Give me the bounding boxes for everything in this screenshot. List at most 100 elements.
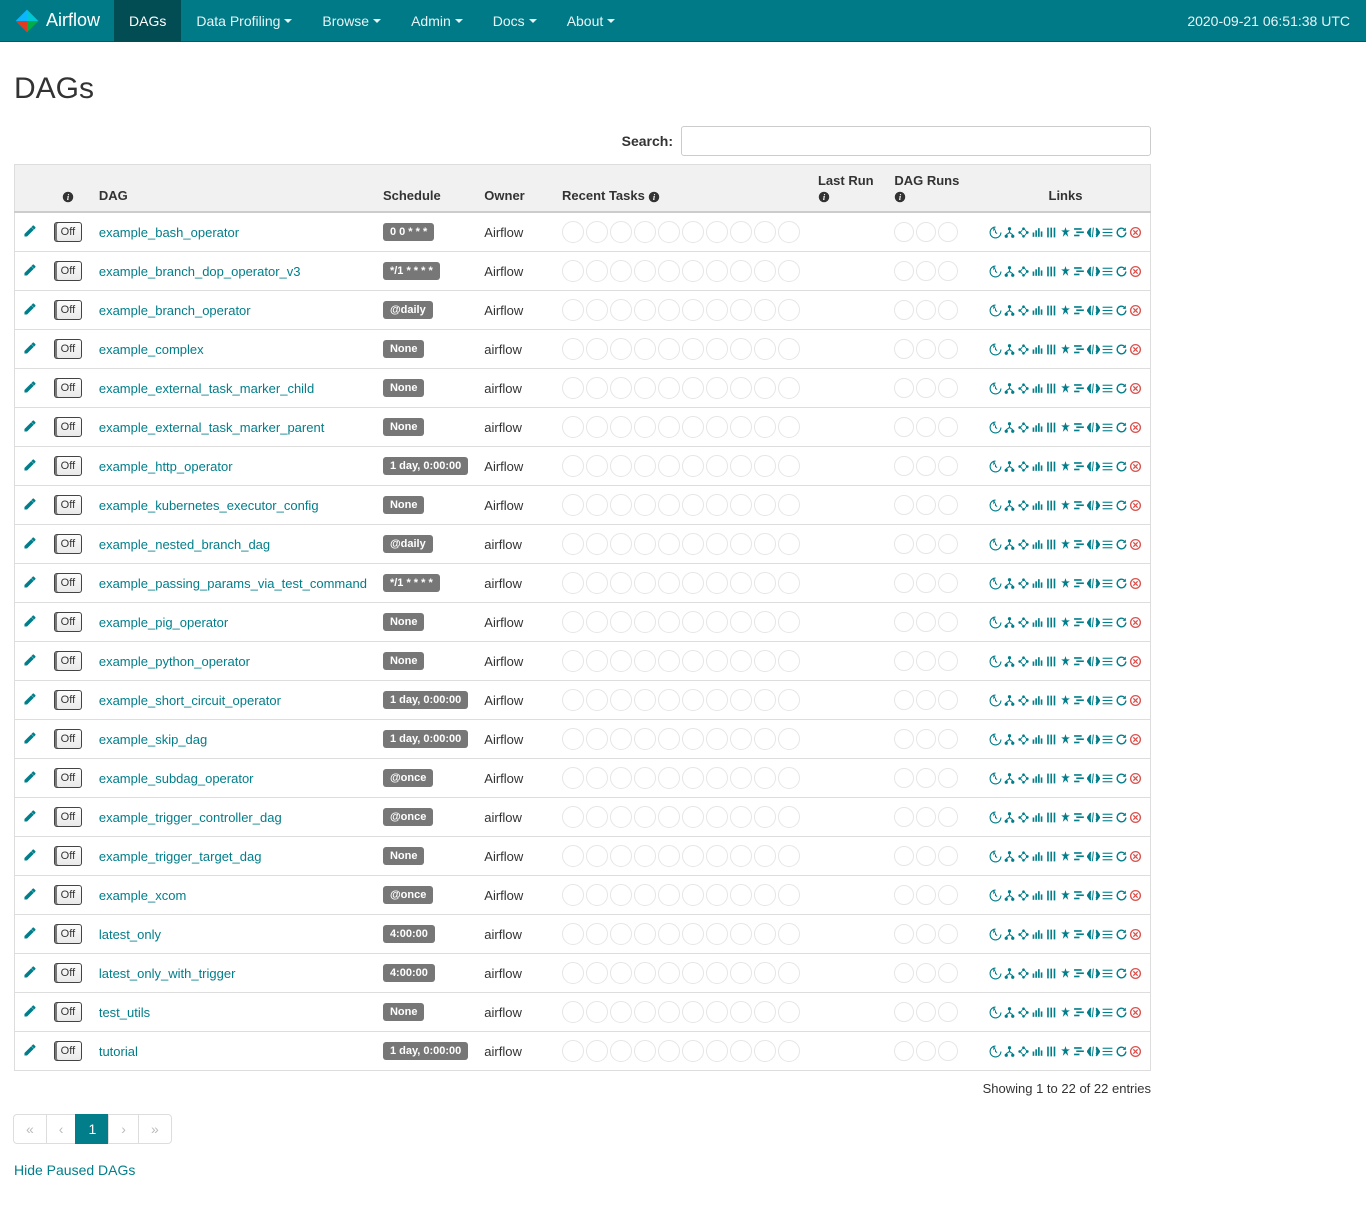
status-circle[interactable] [730, 962, 752, 984]
tree-view-icon[interactable] [1003, 616, 1016, 629]
trigger-dag-icon[interactable] [989, 733, 1002, 746]
status-circle[interactable] [894, 924, 914, 944]
delete-dag-icon[interactable] [1129, 265, 1142, 278]
status-circle[interactable] [658, 611, 680, 633]
status-circle[interactable] [938, 534, 958, 554]
gantt-icon[interactable] [1073, 655, 1086, 668]
status-circle[interactable] [730, 221, 752, 243]
info-icon[interactable]: i [818, 188, 830, 203]
status-circle[interactable] [610, 221, 632, 243]
status-circle[interactable] [894, 495, 914, 515]
code-icon[interactable] [1087, 733, 1100, 746]
gantt-icon[interactable] [1073, 733, 1086, 746]
task-duration-icon[interactable] [1031, 850, 1044, 863]
delete-dag-icon[interactable] [1129, 1045, 1142, 1058]
delete-dag-icon[interactable] [1129, 967, 1142, 980]
dag-link[interactable]: example_xcom [99, 888, 186, 903]
task-duration-icon[interactable] [1031, 382, 1044, 395]
dag-link[interactable]: tutorial [99, 1044, 138, 1059]
task-tries-icon[interactable] [1045, 811, 1058, 824]
status-circle[interactable] [562, 572, 584, 594]
status-circle[interactable] [586, 377, 608, 399]
status-circle[interactable] [706, 494, 728, 516]
status-circle[interactable] [562, 221, 584, 243]
status-circle[interactable] [730, 416, 752, 438]
status-circle[interactable] [894, 534, 914, 554]
status-circle[interactable] [730, 923, 752, 945]
page-prev[interactable]: ‹ [47, 1115, 76, 1143]
task-tries-icon[interactable] [1045, 343, 1058, 356]
status-circle[interactable] [610, 377, 632, 399]
trigger-dag-icon[interactable] [989, 421, 1002, 434]
schedule-badge[interactable]: None [383, 340, 425, 358]
status-circle[interactable] [610, 650, 632, 672]
status-circle[interactable] [682, 845, 704, 867]
trigger-dag-icon[interactable] [989, 772, 1002, 785]
landing-times-icon[interactable] [1059, 694, 1072, 707]
gantt-icon[interactable] [1073, 616, 1086, 629]
schedule-badge[interactable]: None [383, 613, 425, 631]
code-icon[interactable] [1087, 889, 1100, 902]
delete-dag-icon[interactable] [1129, 655, 1142, 668]
pause-toggle[interactable]: Off [54, 807, 82, 827]
schedule-badge[interactable]: 1 day, 0:00:00 [383, 691, 468, 709]
logs-icon[interactable] [1101, 1045, 1114, 1058]
trigger-dag-icon[interactable] [989, 343, 1002, 356]
pause-toggle[interactable]: Off [54, 846, 82, 866]
status-circle[interactable] [754, 884, 776, 906]
logs-icon[interactable] [1101, 694, 1114, 707]
status-circle[interactable] [610, 611, 632, 633]
status-circle[interactable] [706, 533, 728, 555]
trigger-dag-icon[interactable] [989, 304, 1002, 317]
logs-icon[interactable] [1101, 460, 1114, 473]
page-first[interactable]: « [14, 1115, 46, 1143]
refresh-icon[interactable] [1115, 811, 1128, 824]
pause-toggle[interactable]: Off [54, 963, 82, 983]
status-circle[interactable] [916, 729, 936, 749]
refresh-icon[interactable] [1115, 460, 1128, 473]
status-circle[interactable] [658, 845, 680, 867]
status-circle[interactable] [894, 339, 914, 359]
status-circle[interactable] [586, 884, 608, 906]
status-circle[interactable] [634, 767, 656, 789]
status-circle[interactable] [586, 689, 608, 711]
status-circle[interactable] [916, 378, 936, 398]
status-circle[interactable] [658, 767, 680, 789]
status-circle[interactable] [938, 768, 958, 788]
edit-dag-icon[interactable] [23, 499, 37, 514]
status-circle[interactable] [730, 884, 752, 906]
gantt-icon[interactable] [1073, 850, 1086, 863]
status-circle[interactable] [682, 221, 704, 243]
trigger-dag-icon[interactable] [989, 694, 1002, 707]
task-duration-icon[interactable] [1031, 694, 1044, 707]
page-next[interactable]: › [109, 1115, 138, 1143]
gantt-icon[interactable] [1073, 772, 1086, 785]
status-circle[interactable] [706, 455, 728, 477]
tree-view-icon[interactable] [1003, 967, 1016, 980]
trigger-dag-icon[interactable] [989, 538, 1002, 551]
status-circle[interactable] [658, 455, 680, 477]
status-circle[interactable] [586, 1040, 608, 1062]
status-circle[interactable] [778, 260, 800, 282]
pause-toggle[interactable]: Off [54, 534, 82, 554]
pause-toggle[interactable]: Off [54, 885, 82, 905]
status-circle[interactable] [586, 338, 608, 360]
status-circle[interactable] [916, 261, 936, 281]
refresh-icon[interactable] [1115, 616, 1128, 629]
code-icon[interactable] [1087, 655, 1100, 668]
logs-icon[interactable] [1101, 382, 1114, 395]
dag-link[interactable]: example_external_task_marker_child [99, 381, 314, 396]
status-circle[interactable] [682, 455, 704, 477]
status-circle[interactable] [610, 1001, 632, 1023]
task-tries-icon[interactable] [1045, 421, 1058, 434]
status-circle[interactable] [894, 846, 914, 866]
gantt-icon[interactable] [1073, 421, 1086, 434]
tree-view-icon[interactable] [1003, 421, 1016, 434]
task-tries-icon[interactable] [1045, 772, 1058, 785]
status-circle[interactable] [730, 611, 752, 633]
trigger-dag-icon[interactable] [989, 460, 1002, 473]
status-circle[interactable] [754, 767, 776, 789]
pause-toggle[interactable]: Off [54, 768, 82, 788]
graph-view-icon[interactable] [1017, 616, 1030, 629]
status-circle[interactable] [610, 260, 632, 282]
